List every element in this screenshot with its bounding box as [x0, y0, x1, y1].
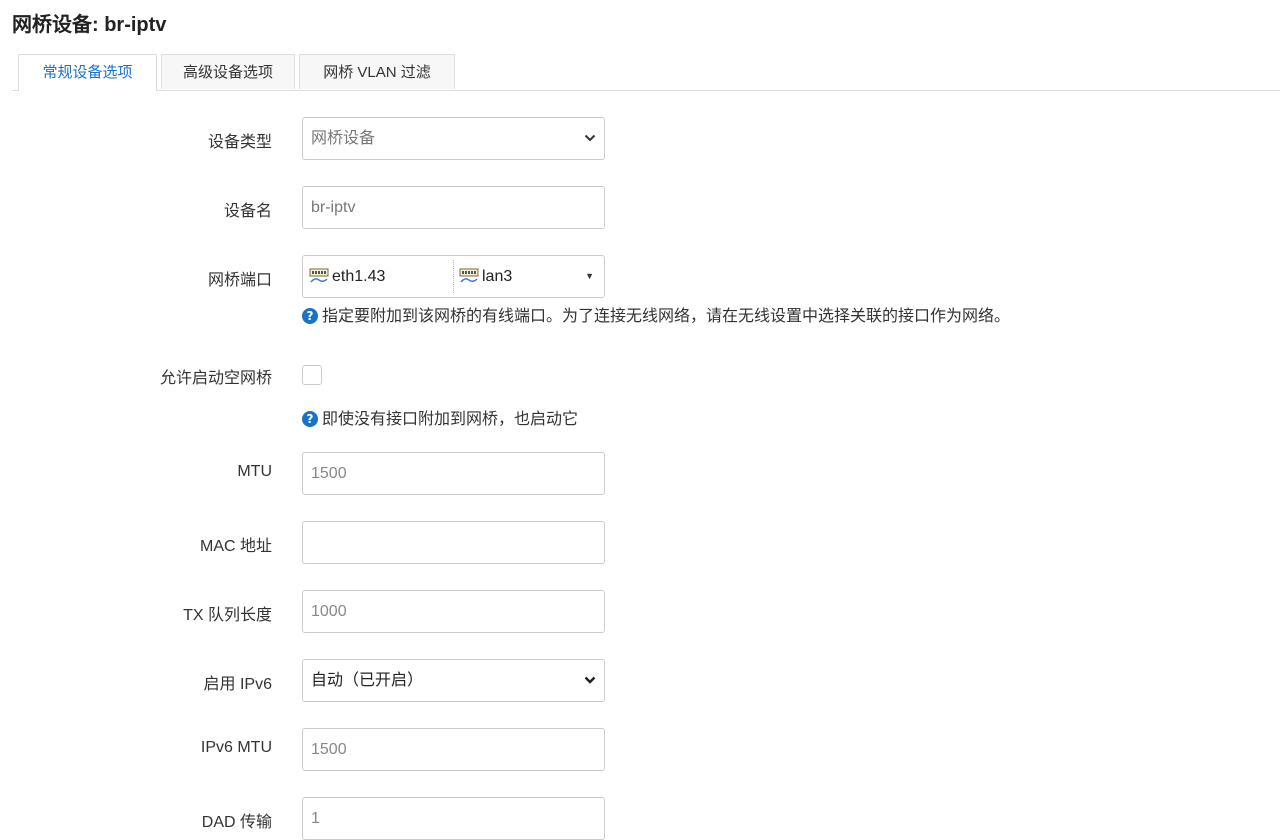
- txqueuelen-label: TX 队列长度: [183, 607, 272, 624]
- ipv6-select[interactable]: 自动（已开启）: [302, 659, 605, 702]
- ipv6-label: 启用 IPv6: [203, 676, 272, 693]
- ipv6-mtu-label: IPv6 MTU: [200, 739, 272, 756]
- tab-advanced-settings[interactable]: 高级设备选项: [161, 54, 295, 89]
- bring-up-empty-help: ? 即使没有接口附加到网桥，也启动它: [302, 405, 578, 429]
- txqueuelen-input[interactable]: [302, 590, 605, 633]
- chevron-down-icon: [584, 118, 596, 143]
- tab-bridge-vlan-filtering[interactable]: 网桥 VLAN 过滤: [299, 54, 455, 89]
- ipv6-value: 自动（已开启）: [311, 672, 424, 689]
- ipv6-mtu-input[interactable]: [302, 728, 605, 771]
- caret-down-icon: ▼: [585, 271, 594, 281]
- port-label: lan3: [482, 268, 513, 285]
- dad-label: DAD 传输: [201, 814, 272, 831]
- device-type-value: 网桥设备: [311, 130, 376, 147]
- question-circle-icon: ?: [302, 411, 318, 427]
- port-item: lan3: [459, 256, 512, 297]
- device-type-select[interactable]: 网桥设备: [302, 117, 605, 160]
- page-title: 网桥设备: br-iptv: [12, 14, 167, 36]
- mtu-input[interactable]: [302, 452, 605, 495]
- network-port-icon: [459, 268, 479, 283]
- bring-up-empty-help-text: 即使没有接口附加到网桥，也启动它: [322, 411, 579, 428]
- bridge-ports-help: ? 指定要附加到该网桥的有线端口。为了连接无线网络，请在无线设置中选择关联的接口作…: [302, 302, 1010, 326]
- device-name-field: br-iptv: [302, 186, 605, 229]
- port-label: eth1.43: [332, 268, 386, 285]
- bring-up-empty-label: 允许启动空网桥: [159, 370, 272, 387]
- bridge-ports-label: 网桥端口: [207, 272, 272, 289]
- tab-bar: 常规设备选项 高级设备选项 网桥 VLAN 过滤: [12, 54, 1280, 91]
- bring-up-empty-checkbox[interactable]: [302, 365, 322, 385]
- device-name-value: br-iptv: [311, 199, 356, 216]
- tab-general-settings[interactable]: 常规设备选项: [18, 54, 157, 91]
- mac-label: MAC 地址: [199, 538, 272, 555]
- question-circle-icon: ?: [302, 308, 318, 324]
- bridge-ports-help-text: 指定要附加到该网桥的有线端口。为了连接无线网络，请在无线设置中选择关联的接口作为…: [322, 308, 1011, 325]
- bridge-ports-select[interactable]: eth1.43 lan3 ▼: [302, 255, 605, 298]
- port-divider: [453, 260, 455, 293]
- mac-input[interactable]: [302, 521, 605, 564]
- device-type-label: 设备类型: [207, 134, 272, 151]
- port-item: eth1.43: [309, 256, 385, 297]
- network-port-icon: [309, 268, 329, 283]
- dad-input[interactable]: [302, 797, 605, 840]
- chevron-down-icon: [584, 660, 596, 685]
- device-name-label: 设备名: [223, 203, 272, 220]
- mtu-label: MTU: [237, 463, 272, 480]
